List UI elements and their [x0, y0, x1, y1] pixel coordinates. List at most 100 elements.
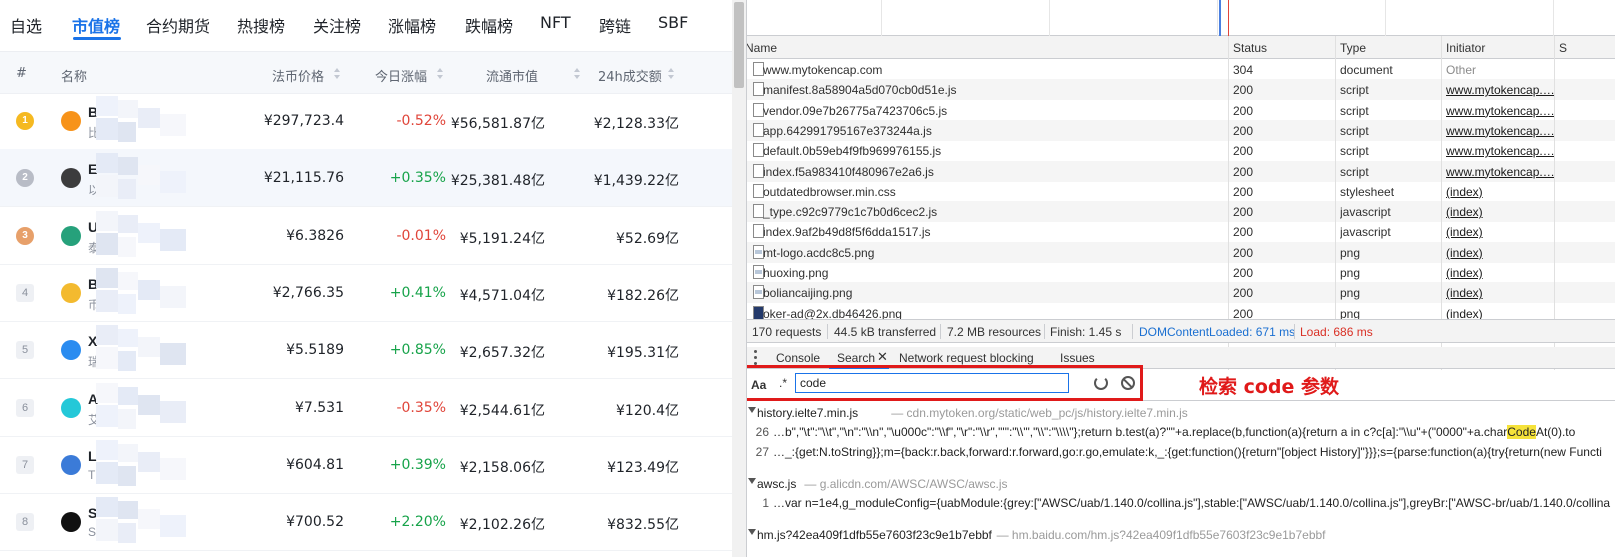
- expand-triangle-icon[interactable]: [748, 478, 756, 484]
- initiator-value[interactable]: www.mytokencap.…: [1446, 124, 1554, 138]
- table-row[interactable]: 6 A 艾 ¥7.531 -0.35% ¥2,544.61亿 ¥120.4亿: [0, 379, 732, 437]
- network-overview[interactable]: [747, 0, 1615, 36]
- cell-type: stylesheet: [1340, 184, 1395, 199]
- result-file-header[interactable]: hm.js?42ea409f1dfb55e7603f23c9e1b7ebbf — …: [747, 526, 1615, 544]
- nav-item[interactable]: 涨幅榜: [388, 13, 436, 37]
- header-price[interactable]: 法币价格: [272, 66, 324, 85]
- table-row[interactable]: 1 B 比 ¥297,723.4 -0.52% ¥56,581.87亿 ¥2,128.33亿: [0, 92, 732, 150]
- initiator-value[interactable]: (index): [1446, 266, 1483, 280]
- cell-initiator: www.mytokencap.…: [1446, 144, 1554, 158]
- table-row[interactable]: 4 B 币 ¥2,766.35 +0.41% ¥4,571.04亿 ¥182.26亿: [0, 264, 732, 322]
- summary-divider: [827, 324, 828, 339]
- scrollbar-thumb[interactable]: [734, 2, 744, 88]
- summary-resources: 7.2 MB resources: [947, 325, 1042, 339]
- overview-grid-line: [881, 0, 882, 36]
- table-row[interactable]: 7 L T ¥604.81 +0.39% ¥2,158.06亿 ¥123.49亿: [0, 436, 732, 494]
- header-market-cap[interactable]: 流通市值: [486, 66, 538, 85]
- network-request-row[interactable]: manifest.8a58904a5d070cb0d51e.js 200 scrip…: [747, 79, 1615, 101]
- initiator-value[interactable]: (index): [1446, 286, 1483, 300]
- mosaic-block: [118, 236, 136, 257]
- scrollbar[interactable]: [732, 0, 746, 557]
- expand-triangle-icon[interactable]: [748, 407, 756, 413]
- cell-type: script: [1340, 103, 1369, 118]
- tab-search[interactable]: Search: [837, 351, 875, 365]
- close-tab-icon[interactable]: ✕: [877, 349, 888, 365]
- network-request-row[interactable]: boliancaijing.png 200 png (index): [747, 282, 1615, 304]
- initiator-value[interactable]: (index): [1446, 205, 1483, 219]
- result-line[interactable]: 27 …_:{get:N.toString}};m={back:r.back,fo…: [747, 443, 1615, 461]
- network-request-row[interactable]: app.642991795167e373244a.js 200 script www.…: [747, 119, 1615, 141]
- mosaic-block: [160, 400, 186, 423]
- code-snippet: …var n=1e4,g_moduleConfig={uabModule:{gr…: [773, 496, 1610, 510]
- coin-name: T: [88, 467, 96, 482]
- mosaic-block: [118, 214, 138, 233]
- initiator-value[interactable]: (index): [1446, 185, 1483, 199]
- drawer-menu-icon[interactable]: [754, 350, 757, 365]
- tab-network-request-blocking[interactable]: Network request blocking: [899, 351, 1034, 365]
- result-line[interactable]: 26 …b","\t":"\\t","\n":"\\n","\u000c":"\\…: [747, 423, 1615, 441]
- mosaic-block: [96, 175, 118, 198]
- sort-volume-icon[interactable]: [668, 68, 675, 79]
- network-request-row[interactable]: default.0b59eb4f9fb969976155.js 200 script…: [747, 140, 1615, 161]
- table-header: # 名称 法币价格 今日涨幅 流通市值 24h成交额: [0, 52, 732, 94]
- network-request-row[interactable]: mt-logo.acdc8c5.png 200 png (index): [747, 241, 1615, 263]
- network-request-row[interactable]: outdatedbrowser.min.css 200 stylesheet (ind…: [747, 181, 1615, 202]
- nav-item[interactable]: 跌幅榜: [465, 13, 513, 37]
- result-file-header[interactable]: awsc.js — g.alicdn.com/AWSC/AWSC/awsc.js: [747, 475, 1615, 493]
- result-file-header[interactable]: history.ielte7.min.js — cdn.mytoken.org/s…: [747, 404, 1615, 422]
- network-request-row[interactable]: www.mytokencap.com 304 document Other: [747, 59, 1615, 80]
- col-initiator[interactable]: Initiator: [1446, 41, 1485, 55]
- col-name[interactable]: Name: [747, 41, 777, 55]
- tab-console[interactable]: Console: [776, 351, 820, 365]
- network-request-row[interactable]: vendor.09e7b26775a7423706c5.js 200 script w…: [747, 100, 1615, 121]
- col-type[interactable]: Type: [1340, 41, 1366, 55]
- table-row[interactable]: 5 X 瑞 ¥5.5189 +0.85% ¥2,657.32亿 ¥195.31亿: [0, 321, 732, 380]
- table-row[interactable]: 2 E 以 ¥21,115.76 +0.35% ¥25,381.48亿 ¥1,439.22亿: [0, 149, 732, 208]
- nav-item[interactable]: 跨链: [599, 13, 631, 37]
- table-row[interactable]: 3 U 泰 ¥6.3826 -0.01% ¥5,191.24亿 ¥52.69亿: [0, 207, 732, 265]
- initiator-value[interactable]: www.mytokencap.…: [1446, 144, 1554, 158]
- nav-item[interactable]: 热搜榜: [237, 13, 285, 37]
- nav-item[interactable]: 关注榜: [313, 13, 361, 37]
- category-nav: 自选 市值榜 合约期货 热搜榜 关注榜 涨幅榜 跌幅榜 NFT 跨链 SBF: [0, 0, 746, 52]
- cell-type: javascript: [1340, 205, 1391, 220]
- cell-status: 200: [1233, 184, 1254, 199]
- initiator-value[interactable]: www.mytokencap.…: [1446, 83, 1554, 97]
- cell-initiator: www.mytokencap.…: [1446, 165, 1554, 179]
- initiator-value[interactable]: (index): [1446, 246, 1483, 260]
- network-request-row[interactable]: _type.c92c9779c1c7b0d6cec2.js 200 javascri…: [747, 201, 1615, 223]
- overview-grid-line: [1553, 0, 1554, 36]
- expand-triangle-icon[interactable]: [748, 529, 756, 535]
- network-request-row[interactable]: index.9af2b49d8f5f6dda1517.js 200 javascri…: [747, 221, 1615, 242]
- mosaic-block: [96, 118, 118, 140]
- cell-initiator: (index): [1446, 225, 1554, 239]
- result-line[interactable]: 1 …var n=1e4,g_moduleConfig={uabModule:{g…: [747, 494, 1615, 512]
- sort-market-cap-icon[interactable]: [574, 68, 581, 79]
- cell-market-cap: ¥2,158.06亿: [459, 459, 545, 476]
- nav-item[interactable]: NFT: [540, 13, 571, 32]
- initiator-value[interactable]: www.mytokencap.…: [1446, 165, 1554, 179]
- nav-item[interactable]: 合约期货: [146, 13, 210, 37]
- nav-item[interactable]: 自选: [10, 13, 42, 37]
- bitcoin-icon: [61, 111, 81, 131]
- sort-price-icon[interactable]: [334, 68, 341, 79]
- mosaic-block: [138, 337, 160, 358]
- col-status[interactable]: Status: [1233, 41, 1267, 55]
- nav-item[interactable]: SBF: [658, 13, 688, 32]
- search-results: history.ielte7.min.js — cdn.mytoken.org/s…: [747, 402, 1615, 557]
- initiator-value[interactable]: www.mytokencap.…: [1446, 104, 1554, 118]
- header-volume[interactable]: 24h成交额: [598, 66, 662, 85]
- table-row[interactable]: 8 S S ¥700.52 +2.20% ¥2,102.26亿 ¥832.55亿: [0, 493, 732, 552]
- cell-change: -0.01%: [396, 227, 446, 244]
- initiator-value[interactable]: (index): [1446, 225, 1483, 239]
- cell-type: script: [1340, 123, 1369, 138]
- sort-change-icon[interactable]: [437, 68, 444, 79]
- cell-name: vendor.09e7b26775a7423706c5.js: [763, 103, 948, 118]
- network-request-row[interactable]: huoxing.png 200 png (index): [747, 262, 1615, 283]
- tab-issues[interactable]: Issues: [1060, 351, 1095, 365]
- mosaic-block: [118, 329, 138, 348]
- col-size[interactable]: S: [1559, 41, 1567, 55]
- nav-item[interactable]: 市值榜: [72, 13, 120, 37]
- header-change[interactable]: 今日涨幅: [375, 66, 427, 85]
- network-request-row[interactable]: index.f5a983410f480967e2a6.js 200 script ww…: [747, 160, 1615, 182]
